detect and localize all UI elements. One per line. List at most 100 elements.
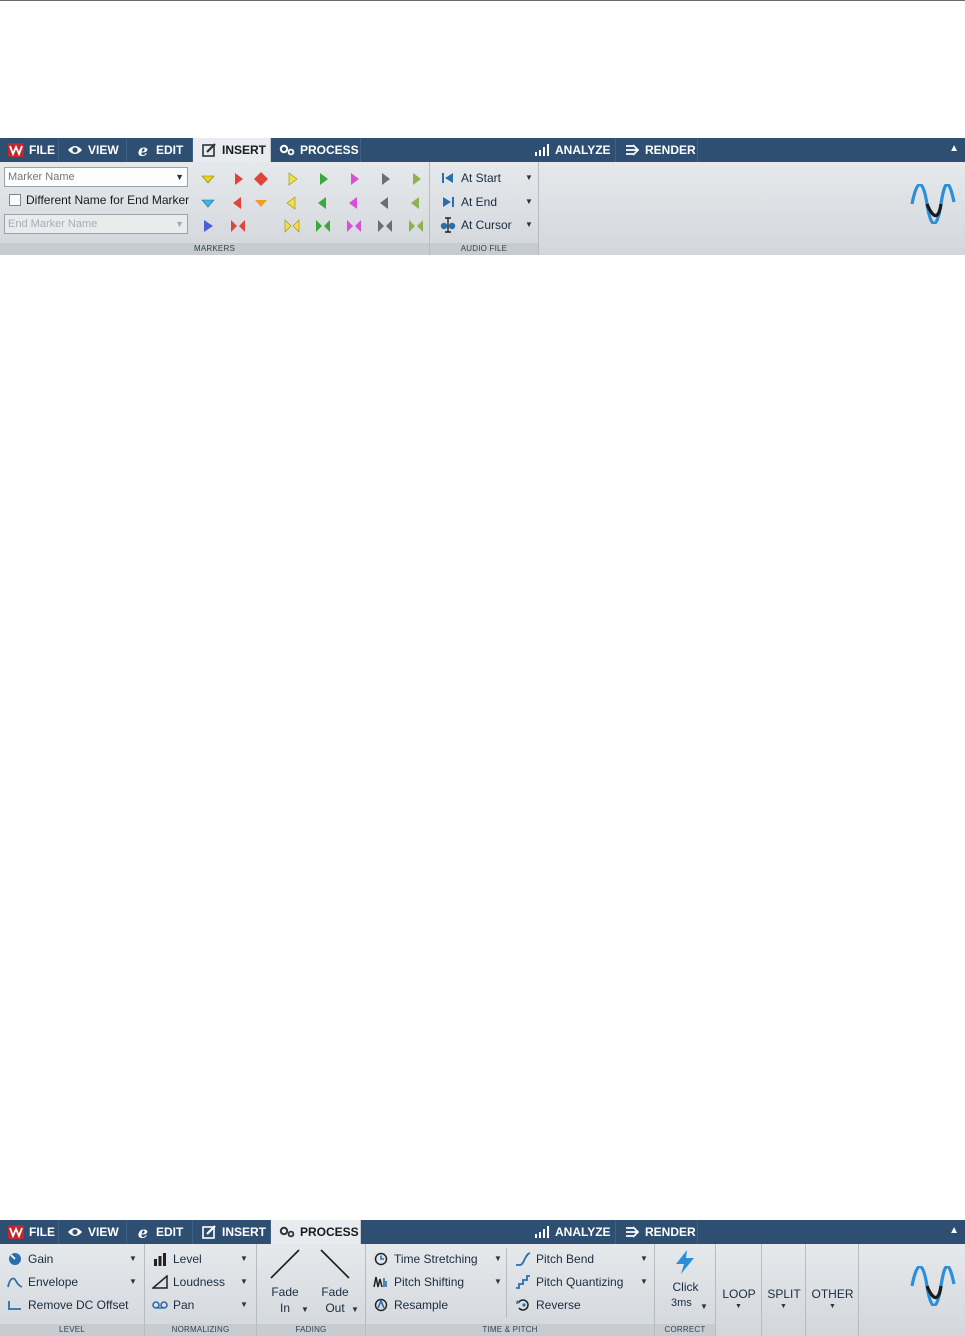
split-menu-group[interactable]: SPLIT ▼ (762, 1244, 806, 1336)
split-dropdown-icon[interactable]: ▼ (780, 1303, 787, 1310)
tab-file[interactable]: FILE (0, 138, 59, 162)
pitch-quantizing-dropdown-icon[interactable]: ▼ (640, 1277, 648, 1286)
fade-out-dropdown-icon[interactable]: ▼ (351, 1305, 359, 1314)
envelope-dropdown-icon[interactable]: ▼ (129, 1277, 137, 1286)
loop-menu-group[interactable]: LOOP ▼ (716, 1244, 762, 1336)
cd-splice-marker-icon[interactable] (253, 195, 269, 211)
tab-process[interactable]: PROCESS (271, 138, 361, 162)
tab-insert[interactable]: INSERT (193, 1220, 271, 1244)
loop-dropdown-icon[interactable]: ▼ (735, 1303, 742, 1310)
playback-start-marker-icon[interactable] (346, 171, 362, 187)
mute-end-marker-icon[interactable] (315, 195, 331, 211)
fade-out-button[interactable]: Fade Out (317, 1284, 353, 1316)
pitch-bend-button[interactable]: Pitch Bend (515, 1251, 594, 1267)
pitch-shifting-button[interactable]: Pitch Shifting (373, 1274, 464, 1290)
fade-in-dropdown-icon[interactable]: ▼ (301, 1305, 309, 1314)
temporary-marker-icon[interactable] (200, 195, 216, 211)
cd-track-marker-icon[interactable] (200, 218, 216, 234)
envelope-button[interactable]: Envelope (7, 1274, 78, 1290)
cd-start-marker-icon[interactable] (230, 171, 246, 187)
level-dropdown-icon[interactable]: ▼ (240, 1254, 248, 1263)
reverse-button[interactable]: Reverse (515, 1297, 581, 1313)
fade-out-curve-icon[interactable] (320, 1249, 350, 1279)
gears-icon (279, 142, 295, 158)
loudness-dropdown-icon[interactable]: ▼ (240, 1277, 248, 1286)
cd-region-marker-icon[interactable] (230, 218, 246, 234)
tab-analyze-label: ANALYZE (555, 1225, 611, 1239)
cd-end-marker-icon[interactable] (230, 195, 246, 211)
tab-edit[interactable]: e EDIT (127, 1220, 193, 1244)
chevron-down-icon[interactable]: ▼ (175, 215, 184, 233)
eye-icon (67, 1224, 83, 1240)
tab-analyze[interactable]: ANALYZE (526, 138, 616, 162)
tab-view[interactable]: VIEW (59, 1220, 127, 1244)
tab-insert[interactable]: INSERT (193, 138, 271, 162)
lightning-bolt-icon[interactable] (673, 1249, 697, 1275)
loop-start-marker-icon[interactable] (284, 171, 300, 187)
resample-button[interactable]: Resample (373, 1297, 448, 1313)
pan-dropdown-icon[interactable]: ▼ (240, 1300, 248, 1309)
normalize-level-button[interactable]: Level (152, 1251, 202, 1267)
split-menu-button[interactable]: SPLIT (762, 1287, 806, 1301)
click-button[interactable]: Click (655, 1280, 716, 1294)
other-menu-button[interactable]: OTHER (806, 1287, 859, 1301)
chevron-down-icon[interactable]: ▼ (175, 168, 184, 186)
at-end-dropdown-icon[interactable]: ▼ (525, 197, 533, 206)
end-marker-name-combo[interactable]: End Marker Name ▼ (4, 214, 188, 234)
tab-render[interactable]: RENDER (616, 1220, 698, 1244)
playback-region-marker-icon[interactable] (346, 218, 362, 234)
gain-dropdown-icon[interactable]: ▼ (129, 1254, 137, 1263)
custom-end-marker-icon[interactable] (408, 195, 424, 211)
at-start-dropdown-icon[interactable]: ▼ (525, 173, 533, 182)
pitch-shifting-dropdown-icon[interactable]: ▼ (494, 1277, 502, 1286)
tab-analyze[interactable]: ANALYZE (526, 1220, 616, 1244)
loop-end-marker-icon[interactable] (284, 195, 300, 211)
remove-dc-offset-button[interactable]: Remove DC Offset (7, 1297, 128, 1313)
tab-file-label: FILE (29, 1225, 55, 1239)
insert-at-end-button[interactable]: At End (440, 194, 497, 210)
pan-button[interactable]: Pan (152, 1297, 194, 1313)
collapse-ribbon-icon[interactable]: ▲ (949, 1225, 959, 1236)
time-stretching-button[interactable]: Time Stretching (373, 1251, 478, 1267)
loop-region-marker-icon[interactable] (284, 218, 300, 234)
tab-process[interactable]: PROCESS (271, 1220, 361, 1244)
collapse-ribbon-icon[interactable]: ▲ (949, 143, 959, 154)
tab-render-label: RENDER (645, 143, 696, 157)
edit-e-icon: e (137, 1222, 149, 1242)
custom-start-marker-icon[interactable] (408, 171, 424, 187)
pitch-bend-dropdown-icon[interactable]: ▼ (640, 1254, 648, 1263)
different-name-checkbox[interactable]: Different Name for End Marker (9, 193, 189, 207)
region-pair-marker-icon[interactable] (377, 218, 393, 234)
tab-view[interactable]: VIEW (59, 138, 127, 162)
custom-region-marker-icon[interactable] (408, 218, 424, 234)
gain-button[interactable]: Gain (7, 1251, 53, 1267)
cd-index-marker-icon[interactable] (253, 171, 269, 187)
insert-at-cursor-button[interactable]: At Cursor (440, 217, 512, 233)
loudness-button[interactable]: Loudness (152, 1274, 225, 1290)
tab-render[interactable]: RENDER (616, 138, 698, 162)
other-dropdown-icon[interactable]: ▼ (829, 1303, 836, 1310)
checkbox-box[interactable] (9, 194, 21, 206)
loop-menu-button[interactable]: LOOP (716, 1287, 762, 1301)
region-start-marker-icon[interactable] (377, 171, 393, 187)
mute-start-marker-icon[interactable] (315, 171, 331, 187)
time-stretching-dropdown-icon[interactable]: ▼ (494, 1254, 502, 1263)
tab-edit[interactable]: e EDIT (127, 138, 193, 162)
at-cursor-dropdown-icon[interactable]: ▼ (525, 220, 533, 229)
marker-name-combo[interactable]: Marker Name ▼ (4, 167, 188, 187)
tab-insert-label: INSERT (222, 1225, 267, 1239)
time-stretching-label: Time Stretching (394, 1252, 478, 1266)
click-dropdown-icon[interactable]: ▼ (700, 1302, 708, 1311)
generic-marker-icon[interactable] (200, 171, 216, 187)
tab-file[interactable]: FILE (0, 1220, 59, 1244)
playback-end-marker-icon[interactable] (346, 195, 362, 211)
fade-in-button[interactable]: Fade In (267, 1284, 303, 1316)
other-menu-group[interactable]: OTHER ▼ (806, 1244, 859, 1336)
insert-at-start-button[interactable]: At Start (440, 170, 501, 186)
fade-in-curve-icon[interactable] (270, 1249, 300, 1279)
pitch-quantizing-button[interactable]: Pitch Quantizing (515, 1274, 623, 1290)
mute-region-marker-icon[interactable] (315, 218, 331, 234)
region-end-marker-icon[interactable] (377, 195, 393, 211)
bar-graph-icon (534, 142, 550, 158)
fading-group-label: FADING (257, 1324, 365, 1336)
